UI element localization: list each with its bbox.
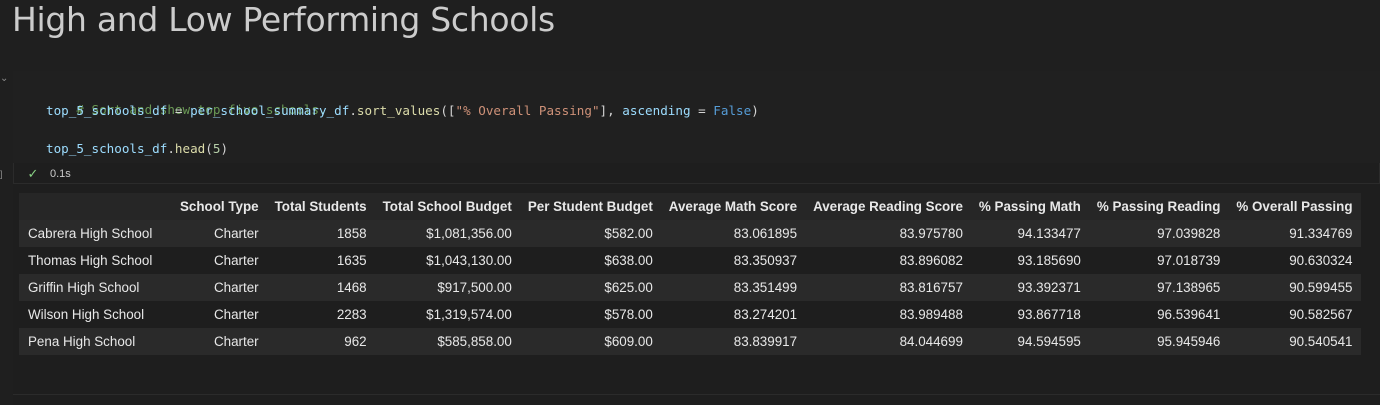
check-icon: ✓: [27, 166, 39, 181]
column-header: Total School Budget: [374, 193, 520, 220]
table-cell: 2283: [266, 301, 375, 328]
table-cell: 90.630324: [1228, 247, 1361, 274]
row-index: Wilson High School: [19, 301, 172, 328]
table-cell: 84.044699: [805, 328, 971, 355]
table-cell: $1,043,130.00: [374, 247, 520, 274]
table-row: Thomas High School Charter 1635 $1,043,1…: [19, 247, 1361, 274]
code-variable: top_5_schools_df: [46, 103, 168, 118]
table-cell: $625.00: [519, 274, 661, 301]
column-header: % Passing Math: [970, 193, 1089, 220]
table-cell: $917,500.00: [374, 274, 520, 301]
column-header: % Passing Reading: [1088, 193, 1229, 220]
next-cell[interactable]: [13, 394, 1380, 405]
code-function: head: [174, 141, 206, 156]
table-cell: 96.539641: [1088, 301, 1229, 328]
column-header: Average Reading Score: [805, 193, 971, 220]
code-function: sort_values: [356, 103, 441, 118]
table-cell: Charter: [172, 247, 267, 274]
table-cell: $1,081,356.00: [374, 220, 520, 247]
table-cell: $1,319,574.00: [374, 301, 520, 328]
code-editor[interactable]: # Sort and show top five schools. top_5_…: [13, 71, 1380, 163]
row-index: Cabrera High School: [19, 220, 172, 247]
code-line-4: top_5_schools_df.head(5): [46, 140, 228, 158]
table-cell: $638.00: [519, 247, 661, 274]
table-cell: 83.816757: [805, 274, 971, 301]
code-operator: =: [690, 103, 714, 118]
table-cell: 83.274201: [660, 301, 806, 328]
row-index: Griffin High School: [19, 274, 172, 301]
table-cell: 90.599455: [1228, 274, 1361, 301]
execution-count-marker: ]: [0, 169, 3, 179]
table-cell: Charter: [172, 301, 267, 328]
code-object: per_school_summary_df: [190, 103, 350, 118]
table-cell: 93.867718: [970, 301, 1089, 328]
code-kwarg: ascending: [622, 103, 691, 118]
column-header: School Type: [172, 193, 267, 220]
dataframe-table: School Type Total Students Total School …: [19, 193, 1361, 355]
table-cell: $578.00: [519, 301, 661, 328]
chevron-down-icon[interactable]: ⌄: [0, 72, 10, 86]
execution-time: 0.1s: [50, 168, 71, 180]
table-cell: 97.039828: [1088, 220, 1229, 247]
table-cell: Charter: [172, 274, 267, 301]
table-cell: 93.185690: [970, 247, 1089, 274]
markdown-heading: High and Low Performing Schools: [12, 0, 555, 39]
code-keyword: False: [713, 103, 752, 118]
table-cell: 91.334769: [1228, 220, 1361, 247]
table-cell: 83.061895: [660, 220, 806, 247]
table-cell: 1635: [266, 247, 375, 274]
table-cell: 83.350937: [660, 247, 806, 274]
code-line-2: top_5_schools_df = per_school_summary_df…: [46, 102, 759, 120]
table-row: Griffin High School Charter 1468 $917,50…: [19, 274, 1361, 301]
row-index: Thomas High School: [19, 247, 172, 274]
table-cell: 97.138965: [1088, 274, 1229, 301]
code-paren: ): [751, 103, 759, 118]
table-cell: 83.989488: [805, 301, 971, 328]
table-cell: 94.133477: [970, 220, 1089, 247]
table-cell: 97.018739: [1088, 247, 1229, 274]
index-header: [19, 193, 172, 220]
code-paren: (: [205, 141, 213, 156]
table-cell: 94.594595: [970, 328, 1089, 355]
table-cell: 90.582567: [1228, 301, 1361, 328]
table-cell: 90.540541: [1228, 328, 1361, 355]
column-header: Average Math Score: [660, 193, 806, 220]
table-cell: Charter: [172, 220, 267, 247]
table-cell: 1468: [266, 274, 375, 301]
table-cell: 93.392371: [970, 274, 1089, 301]
table-row: Cabrera High School Charter 1858 $1,081,…: [19, 220, 1361, 247]
column-header: Per Student Budget: [519, 193, 661, 220]
table-cell: $585,858.00: [374, 328, 520, 355]
table-cell: 83.839917: [660, 328, 806, 355]
table-cell: $609.00: [519, 328, 661, 355]
table-cell: $582.00: [519, 220, 661, 247]
table-cell: Charter: [172, 328, 267, 355]
row-index: Pena High School: [19, 328, 172, 355]
code-dot: .: [349, 103, 357, 118]
table-cell: 83.351499: [660, 274, 806, 301]
table-cell: 83.975780: [805, 220, 971, 247]
cell-status: ✓ 0.1s: [26, 165, 71, 183]
column-header: % Overall Passing: [1228, 193, 1361, 220]
code-paren: ([: [440, 103, 456, 118]
code-paren: ],: [599, 103, 623, 118]
table-cell: 1858: [266, 220, 375, 247]
table-cell: 962: [266, 328, 375, 355]
table-row: Pena High School Charter 962 $585,858.00…: [19, 328, 1361, 355]
code-string: "% Overall Passing": [455, 103, 600, 118]
table-header-row: School Type Total Students Total School …: [19, 193, 1361, 220]
table-cell: 83.896082: [805, 247, 971, 274]
code-variable: top_5_schools_df: [46, 141, 168, 156]
table-row: Wilson High School Charter 2283 $1,319,5…: [19, 301, 1361, 328]
code-dot: .: [167, 141, 175, 156]
column-header: Total Students: [266, 193, 375, 220]
table-cell: 95.945946: [1088, 328, 1229, 355]
code-operator: =: [167, 103, 191, 118]
code-paren: ): [220, 141, 229, 156]
